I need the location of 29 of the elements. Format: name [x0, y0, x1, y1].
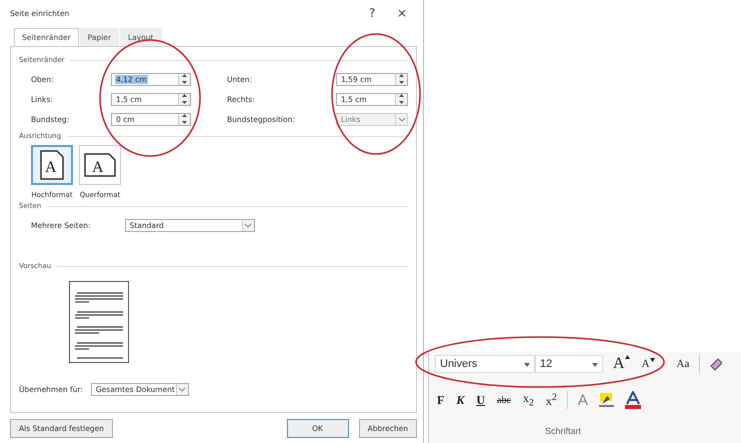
portrait-page-button[interactable]: A: [31, 145, 73, 185]
landscape-page-button[interactable]: A: [79, 145, 121, 185]
format-button[interactable]: x$_{2}$: [520, 391, 536, 409]
close-button[interactable]: ×: [387, 6, 417, 20]
shrink-font-button[interactable]: A: [640, 358, 657, 370]
format-button[interactable]: K: [454, 392, 466, 408]
chevron-icon: [395, 114, 407, 124]
grow-font-button[interactable]: A: [611, 355, 632, 373]
font-color-icon[interactable]: [624, 391, 642, 409]
spinner-icon: [178, 74, 190, 84]
change-case-button[interactable]: Aa: [674, 358, 692, 370]
format-button[interactable]: x$^{2}$: [544, 392, 559, 408]
help-button[interactable]: ?: [357, 6, 387, 20]
spinner-icon: [395, 94, 407, 104]
highlighter-icon[interactable]: [598, 392, 616, 408]
spinner-icon: [178, 114, 190, 124]
format-button[interactable]: U: [474, 392, 488, 408]
format-button[interactable]: abc: [495, 394, 513, 406]
chevron-icon: [242, 220, 254, 231]
eraser-icon[interactable]: [708, 356, 722, 372]
group-label: Schriftart: [545, 426, 582, 436]
font-size-field[interactable]: 12: [535, 355, 603, 373]
format-button[interactable]: F: [435, 392, 446, 408]
font-name-field[interactable]: Univers: [435, 355, 535, 373]
spinner-icon: [395, 74, 407, 84]
chevron-icon: [176, 384, 188, 395]
caret-up-icon: [624, 355, 630, 359]
spinner-icon: [178, 94, 190, 104]
caret-down-icon: [650, 358, 655, 362]
